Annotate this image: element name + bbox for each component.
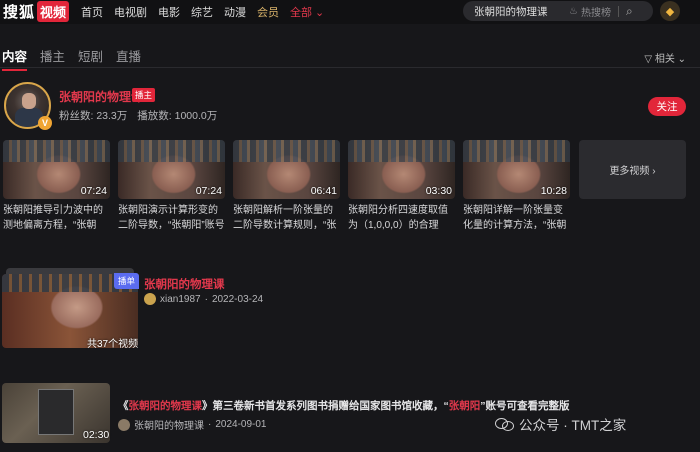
video-card[interactable]: 07:24 张朝阳演示计算形变的二阶导数，“张朝阳”账号可查… <box>118 140 225 233</box>
video-card[interactable]: 06:41 张朝阳解析一阶张量的二阶导数计算规则，“张朝阳”… <box>233 140 340 233</box>
tabs-divider <box>0 67 700 68</box>
video-card[interactable]: 10:28 张朝阳详解一阶张量变化量的计算方法，“张朝阳”账… <box>463 140 570 233</box>
video-title[interactable]: 张朝阳解析一阶张量的二阶导数计算规则，“张朝阳”… <box>233 203 340 233</box>
video-duration: 07:24 <box>80 185 107 197</box>
sort-dropdown[interactable]: ▽ 相关 ⌄ <box>644 50 686 65</box>
follow-button[interactable]: 关注 <box>648 97 686 116</box>
verified-icon: V <box>38 116 52 130</box>
playlist-author[interactable]: xian1987 <box>160 294 201 305</box>
tab-content[interactable]: 内容 <box>2 46 28 71</box>
main-nav: 首页 电视剧 电影 综艺 动漫 会员 全部 ⌄ <box>81 4 335 20</box>
video-duration: 06:41 <box>310 185 337 197</box>
video-thumbnail[interactable]: 10:28 <box>463 140 570 199</box>
video-title[interactable]: 张朝阳分析四速度取值为（1,0,0,0）的合理性，“张… <box>348 203 455 233</box>
video-card[interactable]: 03:30 张朝阳分析四速度取值为（1,0,0,0）的合理性，“张… <box>348 140 455 233</box>
watermark-text: 公众号 · TMT之家 <box>519 418 627 433</box>
video-thumbnail[interactable]: 07:24 <box>3 140 110 199</box>
nav-movie[interactable]: 电影 <box>158 4 180 20</box>
playlist-date: 2022-03-24 <box>211 293 264 305</box>
video-title[interactable]: 张朝阳演示计算形变的二阶导数，“张朝阳”账号可查… <box>118 203 225 233</box>
tab-short-drama[interactable]: 短剧 <box>78 46 103 65</box>
play-count: 播放数: 1000.0万 <box>137 110 218 122</box>
video-title[interactable]: 张朝阳推导引力波中的测地偏离方程，“张朝阳”… <box>3 203 110 233</box>
avatar-face <box>22 93 36 109</box>
news-date: 2024-09-01 <box>215 419 267 430</box>
channel-stats: 粉丝数: 23.3万 播放数: 1000.0万 <box>59 108 217 123</box>
logo-video-badge: 视频 <box>37 0 70 22</box>
nav-anime[interactable]: 动漫 <box>224 4 246 20</box>
nav-tv[interactable]: 电视剧 <box>114 4 147 20</box>
flame-icon: ♨ <box>569 5 578 17</box>
logo-text: 搜狐 <box>3 3 36 21</box>
playlist-title[interactable]: 张朝阳的物理课 <box>144 276 225 292</box>
channel-name[interactable]: 张朝阳的物理课 <box>59 88 143 105</box>
title-part: 《 <box>118 400 129 412</box>
top-bar: 搜狐 视频 首页 电视剧 电影 综艺 动漫 会员 全部 ⌄ 张朝阳的物理课 ♨ … <box>0 0 700 24</box>
playlist-meta: xian1987 · 2022-03-24 <box>144 293 263 305</box>
title-part: 》第三卷新书首发系列图书捐赠给国家图书馆收藏，“ <box>202 400 449 412</box>
news-video-duration: 02:30 <box>83 429 110 441</box>
gift-bag-icon[interactable]: ◆ <box>660 1 680 21</box>
tab-live[interactable]: 直播 <box>116 46 141 65</box>
search-box[interactable]: 张朝阳的物理课 ♨ 热搜榜 ⌕ <box>463 1 653 21</box>
meta-separator: · <box>208 419 212 430</box>
video-thumbnail[interactable]: 07:24 <box>118 140 225 199</box>
title-highlight: 张朝阳的物理课 <box>128 400 203 412</box>
more-videos-button[interactable]: 更多视频 › <box>579 140 686 199</box>
tab-creator[interactable]: 播主 <box>40 46 65 65</box>
video-duration: 07:24 <box>195 185 222 197</box>
search-input[interactable]: 张朝阳的物理课 <box>474 4 569 19</box>
hot-search-label: 热搜榜 <box>580 7 611 19</box>
nav-variety[interactable]: 综艺 <box>191 4 213 20</box>
nav-vip[interactable]: 会员 <box>257 4 279 20</box>
author-avatar[interactable] <box>118 418 130 431</box>
search-divider <box>617 5 619 17</box>
video-thumbnail[interactable]: 03:30 <box>348 140 455 199</box>
video-duration: 03:30 <box>425 185 452 197</box>
sohu-video-logo[interactable]: 搜狐 视频 <box>3 0 70 22</box>
author-avatar[interactable] <box>144 293 156 305</box>
playlist-badge: 播单 <box>114 273 140 289</box>
nav-all-dropdown[interactable]: 全部 ⌄ <box>290 4 324 20</box>
title-part: ”账号可查看完整版 <box>480 400 570 412</box>
creator-badge: 播主 <box>132 88 156 102</box>
video-card[interactable]: 07:24 张朝阳推导引力波中的测地偏离方程，“张朝阳”… <box>3 140 110 233</box>
playlist-video-count: 共37个视频 <box>87 339 139 350</box>
news-video-meta: 张朝阳的物理课 · 2024-09-01 <box>118 417 267 432</box>
news-author[interactable]: 张朝阳的物理课 <box>134 417 204 432</box>
meta-separator: · <box>204 293 208 305</box>
video-title[interactable]: 张朝阳详解一阶张量变化量的计算方法，“张朝阳”账… <box>463 203 570 233</box>
title-highlight: 张朝阳 <box>448 400 481 412</box>
result-tabs: 内容 播主 短剧 直播 <box>2 46 154 71</box>
hot-search-link[interactable]: ♨ 热搜榜 <box>569 4 611 19</box>
search-icon[interactable]: ⌕ <box>626 4 633 19</box>
fans-count: 粉丝数: 23.3万 <box>59 110 128 122</box>
wechat-icon <box>495 417 514 431</box>
video-thumbnail[interactable]: 06:41 <box>233 140 340 199</box>
news-video-title[interactable]: 《张朝阳的物理课》第三卷新书首发系列图书捐赠给国家图书馆收藏，“张朝阳”账号可查… <box>118 398 570 413</box>
video-duration: 10:28 <box>540 185 567 197</box>
wechat-watermark: 公众号 · TMT之家 <box>495 414 626 434</box>
nav-home[interactable]: 首页 <box>81 4 103 20</box>
